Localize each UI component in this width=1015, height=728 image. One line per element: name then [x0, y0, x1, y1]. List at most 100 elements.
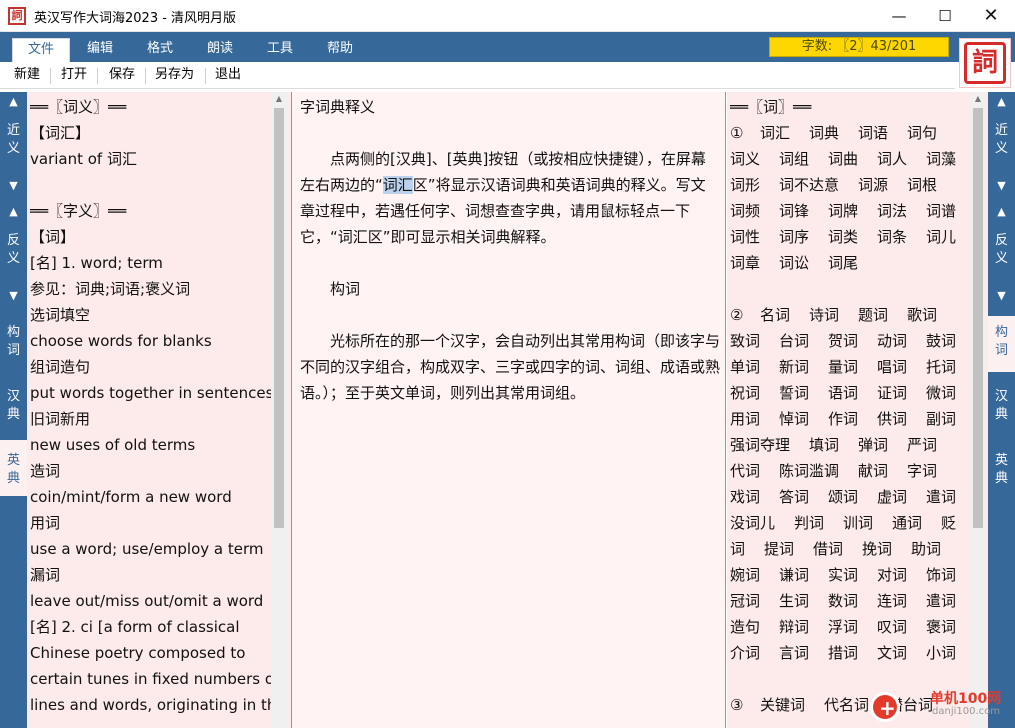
- word-item[interactable]: 词藻: [926, 146, 956, 172]
- scroll-up-icon[interactable]: ▲: [271, 92, 287, 106]
- word-item[interactable]: 戏词: [730, 484, 760, 510]
- word-item[interactable]: 实词: [828, 562, 858, 588]
- word-item[interactable]: 词讼: [779, 250, 809, 276]
- word-item[interactable]: 小词: [926, 640, 956, 666]
- word-item[interactable]: 词根: [907, 172, 937, 198]
- word-item[interactable]: 台词: [779, 328, 809, 354]
- word-item[interactable]: 生词: [779, 588, 809, 614]
- word-item[interactable]: 词儿: [926, 224, 956, 250]
- word-item[interactable]: 名词: [760, 302, 790, 328]
- word-item[interactable]: 单词: [730, 354, 760, 380]
- synonym-up-icon[interactable]: ▲: [988, 96, 1015, 108]
- word-item[interactable]: 词序: [779, 224, 809, 250]
- maximize-button[interactable]: ☐: [922, 0, 968, 32]
- word-item[interactable]: 托词: [926, 354, 956, 380]
- word-item[interactable]: 助词: [911, 536, 941, 562]
- word-item[interactable]: 浮词: [828, 614, 858, 640]
- word-item[interactable]: 造句: [730, 614, 760, 640]
- word-item[interactable]: 关键词: [760, 692, 805, 718]
- word-item[interactable]: 词频: [730, 198, 760, 224]
- left-tab-synonym[interactable]: 近义: [0, 122, 27, 162]
- menu-edit[interactable]: 编辑: [72, 38, 128, 62]
- word-item[interactable]: 动词: [877, 328, 907, 354]
- word-item[interactable]: 悼词: [779, 406, 809, 432]
- word-item[interactable]: 歌词: [907, 302, 937, 328]
- word-item[interactable]: 鼓词: [926, 328, 956, 354]
- word-item[interactable]: 饰词: [926, 562, 956, 588]
- left-tab-english-dict[interactable]: 英典: [0, 440, 27, 496]
- word-item[interactable]: 词形: [730, 172, 760, 198]
- word-item[interactable]: 用词: [730, 406, 760, 432]
- antonym-down-icon[interactable]: ▼: [988, 290, 1015, 302]
- word-item[interactable]: 数词: [828, 588, 858, 614]
- word-item[interactable]: 遣词: [926, 588, 956, 614]
- selected-text[interactable]: 词汇: [382, 176, 413, 194]
- word-item[interactable]: 答词: [779, 484, 809, 510]
- antonym-up-icon[interactable]: ▲: [988, 206, 1015, 218]
- word-item[interactable]: 辩词: [779, 614, 809, 640]
- word-item[interactable]: 训词: [843, 510, 873, 536]
- word-item[interactable]: 新词: [779, 354, 809, 380]
- word-item[interactable]: 褒词: [926, 614, 956, 640]
- word-item[interactable]: 填词: [809, 432, 839, 458]
- synonym-down-icon[interactable]: ▼: [0, 180, 27, 192]
- word-item[interactable]: 证词: [877, 380, 907, 406]
- word-item[interactable]: 对词: [877, 562, 907, 588]
- menu-tools[interactable]: 工具: [252, 38, 308, 62]
- word-item[interactable]: 词条: [877, 224, 907, 250]
- editor-panel[interactable]: 字词典释义 点两侧的[汉典]、[英典]按钮（或按相应快捷键），在屏幕左右两边的“…: [291, 92, 726, 728]
- word-item[interactable]: 挽词: [862, 536, 892, 562]
- word-item[interactable]: 量词: [828, 354, 858, 380]
- word-item[interactable]: 题词: [858, 302, 888, 328]
- left-scrollbar[interactable]: ▲: [271, 92, 287, 728]
- word-item[interactable]: 词汇: [760, 120, 790, 146]
- left-dictionary-panel[interactable]: ══〖词义〗══ 【词汇】 variant of 词汇 ══〖字义〗══ 【词】 [名] …: [27, 92, 291, 728]
- open-button[interactable]: 打开: [61, 66, 87, 84]
- word-item[interactable]: 严词: [907, 432, 937, 458]
- word-item[interactable]: 弹词: [858, 432, 888, 458]
- synonym-up-icon[interactable]: ▲: [0, 96, 27, 108]
- word-item[interactable]: 词人: [877, 146, 907, 172]
- minimize-button[interactable]: —: [876, 0, 922, 32]
- word-item[interactable]: 词: [730, 536, 745, 562]
- word-item[interactable]: 字词: [907, 458, 937, 484]
- word-item[interactable]: 文词: [877, 640, 907, 666]
- word-item[interactable]: 献词: [858, 458, 888, 484]
- word-item[interactable]: 冠词: [730, 588, 760, 614]
- word-item[interactable]: 词性: [730, 224, 760, 250]
- word-item[interactable]: 语词: [828, 380, 858, 406]
- word-item[interactable]: 词组: [779, 146, 809, 172]
- word-item[interactable]: 词义: [730, 146, 760, 172]
- save-as-button[interactable]: 另存为: [155, 66, 194, 84]
- right-tab-antonym[interactable]: 反义: [988, 232, 1015, 272]
- menu-file[interactable]: 文件: [12, 38, 70, 62]
- word-item[interactable]: 贬: [941, 510, 956, 536]
- word-item[interactable]: 代词: [730, 458, 760, 484]
- word-item[interactable]: 虚词: [877, 484, 907, 510]
- close-button[interactable]: ✕: [968, 0, 1014, 32]
- word-item[interactable]: 供词: [877, 406, 907, 432]
- menu-read-aloud[interactable]: 朗读: [192, 38, 248, 62]
- word-item[interactable]: 词曲: [828, 146, 858, 172]
- word-item[interactable]: 副词: [926, 406, 956, 432]
- word-item[interactable]: 词典: [809, 120, 839, 146]
- word-item[interactable]: 提词: [764, 536, 794, 562]
- right-scrollbar[interactable]: ▲: [970, 92, 986, 728]
- word-item[interactable]: 词不达意: [779, 172, 839, 198]
- save-button[interactable]: 保存: [109, 66, 135, 84]
- word-item[interactable]: 强词夺理: [730, 432, 790, 458]
- antonym-up-icon[interactable]: ▲: [0, 206, 27, 218]
- exit-button[interactable]: 退出: [215, 66, 241, 84]
- word-item[interactable]: 判词: [794, 510, 824, 536]
- word-item[interactable]: 词锋: [779, 198, 809, 224]
- word-item[interactable]: 通词: [892, 510, 922, 536]
- word-item[interactable]: 借词: [813, 536, 843, 562]
- word-item[interactable]: 词牌: [828, 198, 858, 224]
- left-tab-word-formation[interactable]: 构词: [0, 324, 27, 364]
- word-item[interactable]: 陈词滥调: [779, 458, 839, 484]
- right-tab-chinese-dict[interactable]: 汉典: [988, 388, 1015, 428]
- scroll-thumb[interactable]: [973, 108, 983, 528]
- word-item[interactable]: 婉词: [730, 562, 760, 588]
- word-item[interactable]: 遣词: [926, 484, 956, 510]
- right-tab-word-formation[interactable]: 构词: [988, 316, 1015, 372]
